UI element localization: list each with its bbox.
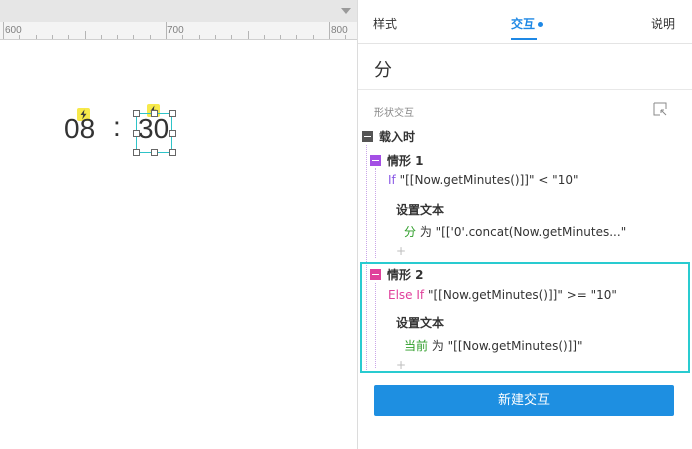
new-interaction-button[interactable]: 新建交互 [374,385,674,416]
resize-handle-top-left[interactable] [133,110,140,117]
ruler-tick [345,35,346,39]
action-detail-text: 为 "[['0'.concat(Now.getMinutes..." [416,225,627,239]
case-label: 情形 1 [387,154,424,168]
ruler-tick [150,35,151,39]
horizontal-ruler: 600 700 800 [0,22,357,40]
case-1-condition[interactable]: If "[[Now.getMinutes()]]" < "10" [388,173,579,187]
event-label: 载入时 [379,130,416,144]
ruler-tick [133,35,134,39]
ruler-tick [36,35,37,39]
case-1[interactable]: 情形 1 [370,152,424,169]
minute-text[interactable]: 30 [138,113,169,145]
time-separator[interactable]: : [113,111,121,143]
tab-interactions[interactable]: 交互 [511,15,544,32]
ruler-tick [68,35,69,39]
inspector-panel: 样式 交互 说明 分 形状交互 载入时 情形 1 If "[[Now.getMi… [357,0,692,449]
ruler-tick [296,35,297,39]
case-2[interactable]: 情形 2 [370,266,424,283]
action-detail-text: 为 "[[Now.getMinutes()]]" [428,339,583,353]
tab-notes[interactable]: 说明 [651,15,675,32]
case-2-action[interactable]: 设置文本 [396,314,444,331]
expand-panel-icon[interactable] [652,101,668,117]
active-tab-indicator [511,38,537,40]
action-target: 分 [404,225,417,239]
ruler-tick [248,31,249,39]
case-1-action[interactable]: 设置文本 [396,201,444,218]
ruler-tick [3,22,4,39]
ruler-tick [199,35,200,39]
collapse-square-icon[interactable] [370,155,381,166]
collapse-square-icon[interactable] [370,269,381,280]
ruler-tick [52,35,53,39]
ruler-tick [280,35,281,39]
resize-handle-bottom-right[interactable] [169,149,176,156]
case-2-action-detail[interactable]: 当前 为 "[[Now.getMinutes()]]" [404,337,583,354]
condition-text: "[[Now.getMinutes()]]" < "10" [395,173,579,187]
resize-handle-top[interactable] [151,110,158,117]
action-target: 当前 [404,339,429,353]
ruler-tick [313,35,314,39]
ruler-tick [19,35,20,39]
ruler-tick [166,22,167,39]
canvas-top-strip [0,0,357,22]
resize-handle-bottom-left[interactable] [133,149,140,156]
shape-name[interactable]: 分 [374,56,392,82]
ruler-tick [85,31,86,39]
design-canvas[interactable]: 600 700 800 08 : 30 [0,0,357,449]
hour-text[interactable]: 08 [64,113,95,145]
tab-style[interactable]: 样式 [373,15,397,32]
condition-keyword: If [388,173,396,187]
ruler-tick [101,35,102,39]
case-label: 情形 2 [387,268,424,282]
resize-handle-bottom[interactable] [151,149,158,156]
resize-handle-right[interactable] [169,130,176,137]
condition-text: "[[Now.getMinutes()]]" >= "10" [424,288,617,302]
add-action-button[interactable]: + [396,244,406,258]
ruler-tick [231,35,232,39]
chevron-down-icon[interactable] [341,8,351,14]
condition-keyword: Else If [388,288,425,302]
ruler-tick [182,35,183,39]
collapse-square-icon[interactable] [362,131,373,142]
case-1-action-detail[interactable]: 分 为 "[['0'.concat(Now.getMinutes..." [404,223,626,240]
tab-interactions-label: 交互 [511,17,536,31]
resize-handle-top-right[interactable] [169,110,176,117]
ruler-tick [215,35,216,39]
case-2-condition[interactable]: Else If "[[Now.getMinutes()]]" >= "10" [388,288,617,302]
ruler-tick [329,22,330,39]
section-title: 形状交互 [374,108,414,119]
resize-handle-left[interactable] [133,130,140,137]
inspector-tabs: 样式 交互 说明 [358,0,692,44]
add-action-button[interactable]: + [396,358,406,372]
ruler-tick [264,35,265,39]
event-on-load[interactable]: 载入时 [362,128,415,145]
modified-dot [538,22,544,27]
divider [358,89,692,90]
ruler-tick [117,35,118,39]
tree-line [375,168,376,258]
